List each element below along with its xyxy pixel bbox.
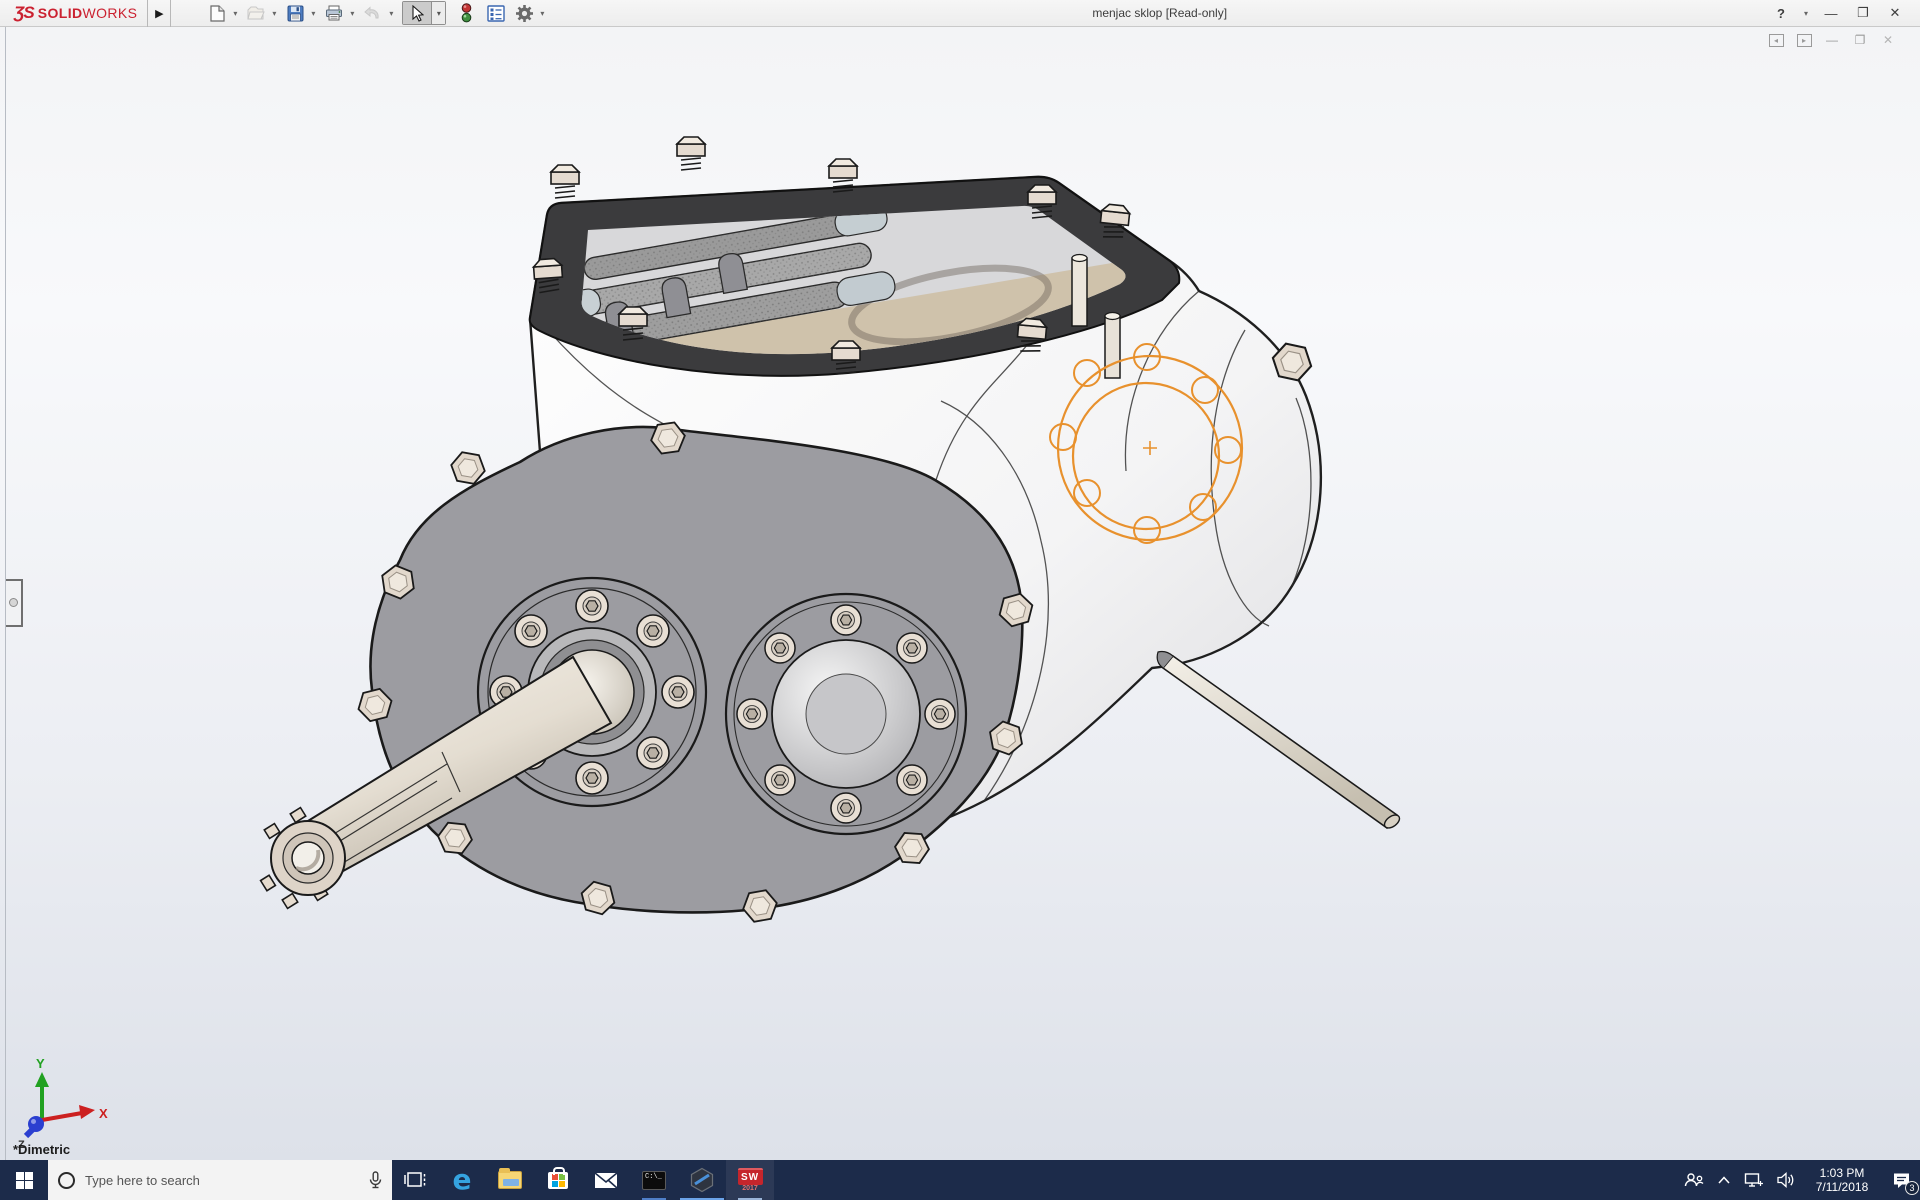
cortana-icon	[58, 1171, 75, 1189]
view-orientation-label: *Dimetric	[13, 1142, 71, 1157]
file-explorer-icon	[498, 1168, 522, 1189]
edge-icon: e	[452, 1163, 472, 1196]
close-button[interactable]: ✕	[1882, 2, 1908, 24]
x-axis-arrow	[79, 1105, 95, 1119]
logo-mark: ƷS	[14, 3, 35, 22]
y-axis-label: Y	[36, 1056, 45, 1071]
microphone-icon[interactable]	[369, 1171, 382, 1189]
taskbar-icon-edge[interactable]: e	[438, 1160, 486, 1200]
restore-button[interactable]: ❐	[1850, 2, 1876, 24]
system-tray: 1:03 PM 7/11/2018 3	[1678, 1160, 1920, 1200]
y-axis-arrow	[35, 1072, 49, 1087]
graphics-viewport[interactable]: ◂ ▸ — ❐ ✕ Y X Z *Dimetric	[0, 27, 1920, 1160]
taskbar-icon-file-explorer[interactable]	[486, 1160, 534, 1200]
new-document-button[interactable]	[205, 1, 229, 25]
taskbar-search[interactable]	[48, 1160, 392, 1200]
start-button[interactable]	[0, 1160, 48, 1200]
hidden-icons-button[interactable]	[1710, 1160, 1738, 1200]
quick-access-toolbar: ▾ ▾ ▾ ▾ ▾ ▾ ▾	[205, 0, 551, 27]
rebuild-button[interactable]	[454, 1, 478, 25]
hexagon-app-icon	[690, 1167, 714, 1193]
taskbar-icon-mail[interactable]	[582, 1160, 630, 1200]
taskbar-clock[interactable]: 1:03 PM 7/11/2018	[1802, 1166, 1882, 1194]
chevron-up-icon	[1718, 1176, 1730, 1184]
z-axis-ball	[28, 1116, 44, 1132]
gear-icon	[515, 4, 533, 22]
new-document-caret[interactable]: ▾	[229, 1, 241, 25]
undo-caret[interactable]: ▾	[385, 1, 397, 25]
speaker-icon	[1776, 1172, 1793, 1188]
undo-icon	[364, 6, 380, 19]
select-arrow-icon	[412, 4, 424, 22]
taskbar: e C:\_ SW 2017	[0, 1160, 1920, 1200]
open-document-caret[interactable]: ▾	[268, 1, 280, 25]
print-caret[interactable]: ▾	[346, 1, 358, 25]
options-caret[interactable]: ▾	[536, 1, 548, 25]
search-input[interactable]	[85, 1172, 359, 1188]
window-controls: ? ▾ — ❐ ✕	[1768, 2, 1920, 24]
front-plate[interactable]	[354, 420, 1038, 925]
task-view-icon	[404, 1172, 426, 1187]
file-properties-icon	[487, 4, 506, 22]
menu-flyout-button[interactable]: ▶	[148, 0, 170, 27]
people-button[interactable]	[1678, 1160, 1710, 1200]
people-icon	[1684, 1173, 1704, 1187]
help-caret[interactable]: ▾	[1800, 2, 1812, 24]
clock-date: 7/11/2018	[1815, 1180, 1869, 1194]
taskbar-icon-solidworks[interactable]: SW 2017	[726, 1160, 774, 1200]
notification-badge: 3	[1905, 1181, 1919, 1195]
network-icon	[1744, 1173, 1763, 1187]
select-tool-caret[interactable]: ▾	[431, 2, 446, 24]
taskbar-icon-store[interactable]	[534, 1160, 582, 1200]
titlebar: ƷS SOLID WORKS ▶ ▾ ▾ ▾ ▾ ▾ ▾ ▾ menjac sk…	[0, 0, 1920, 27]
document-title: menjac sklop [Read-only]	[1092, 6, 1228, 20]
save-button[interactable]	[283, 1, 307, 25]
store-icon	[548, 1166, 568, 1189]
solidworks-2017-icon: SW 2017	[737, 1168, 763, 1192]
open-document-button[interactable]	[244, 1, 268, 25]
print-icon	[326, 5, 343, 21]
file-properties-button[interactable]	[484, 1, 508, 25]
select-tool-button[interactable]	[403, 2, 432, 24]
windows-logo-icon	[15, 1171, 33, 1189]
solidworks-logo: ƷS SOLID WORKS	[14, 3, 138, 22]
options-button[interactable]	[512, 1, 536, 25]
mail-icon	[594, 1171, 618, 1189]
gearbox-model[interactable]: Y X Z	[0, 27, 1920, 1160]
save-caret[interactable]: ▾	[307, 1, 319, 25]
traffic-light-icon	[461, 3, 472, 23]
select-tool-group: ▾	[402, 1, 447, 25]
volume-button[interactable]	[1770, 1160, 1802, 1200]
help-button[interactable]: ?	[1768, 2, 1794, 24]
x-axis-label: X	[99, 1106, 108, 1121]
separator	[170, 0, 172, 27]
orientation-triad: Y X Z	[18, 1056, 108, 1151]
clock-time: 1:03 PM	[1819, 1166, 1865, 1180]
taskbar-icon-command-prompt[interactable]: C:\_	[630, 1160, 678, 1200]
command-prompt-icon: C:\_	[642, 1170, 666, 1190]
save-icon	[287, 5, 304, 21]
taskbar-icon-hexagon-app[interactable]	[678, 1160, 726, 1200]
open-document-icon	[247, 6, 266, 19]
new-document-icon	[210, 4, 225, 22]
task-view-button[interactable]	[392, 1160, 438, 1200]
control-rod[interactable]	[1156, 650, 1402, 831]
action-center-button[interactable]: 3	[1882, 1160, 1920, 1200]
undo-button[interactable]	[361, 1, 385, 25]
network-button[interactable]	[1738, 1160, 1770, 1200]
minimize-button[interactable]: —	[1818, 2, 1844, 24]
print-button[interactable]	[322, 1, 346, 25]
